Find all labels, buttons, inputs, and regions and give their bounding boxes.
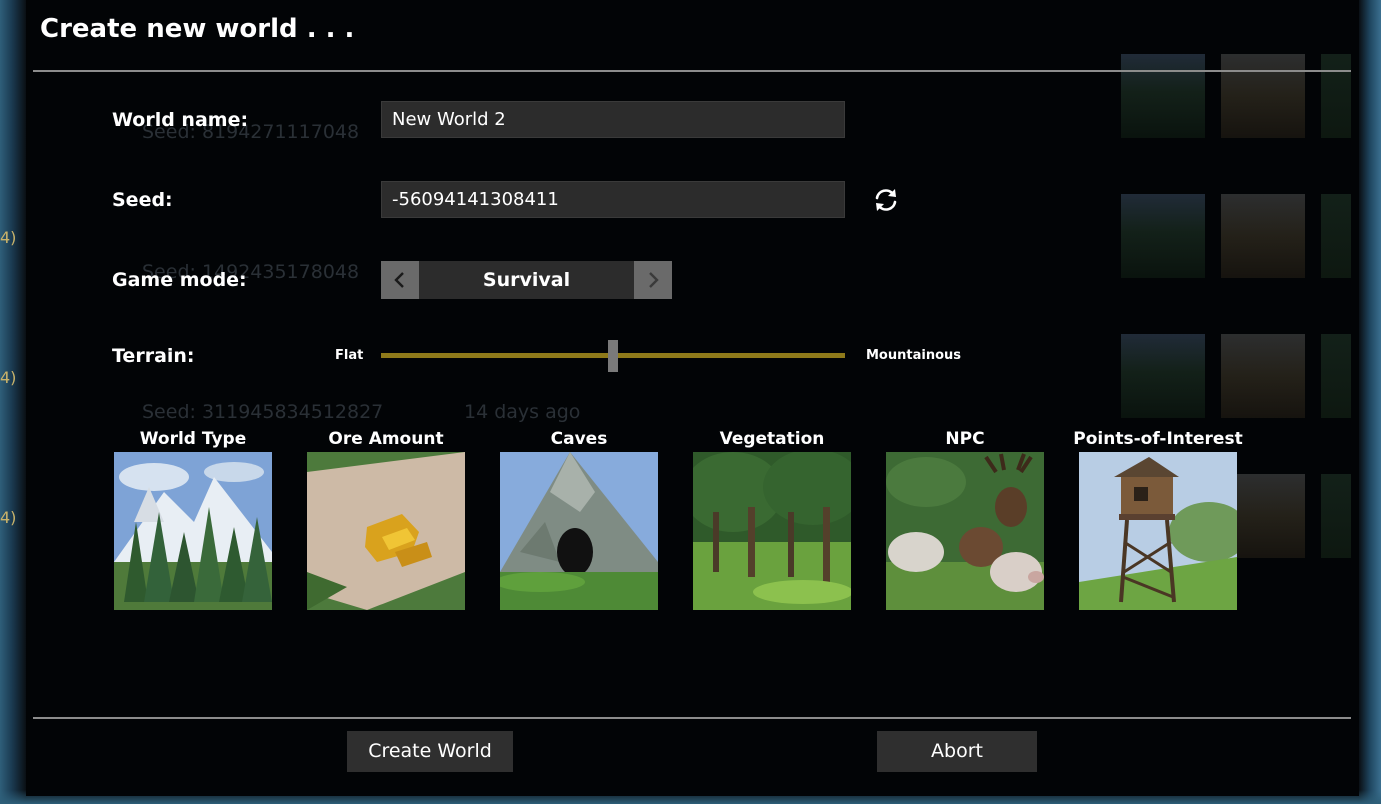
terrain-max-label: Mountainous [866, 348, 961, 363]
terrain-label: Terrain: [112, 345, 195, 367]
option-points-of-interest[interactable]: Points-of-Interest [1068, 428, 1248, 610]
option-npc[interactable]: NPC [875, 428, 1055, 610]
create-world-button[interactable]: Create World [347, 731, 513, 772]
background-thumbnail [1121, 54, 1205, 138]
cave-image [500, 452, 658, 610]
refresh-seed-button[interactable] [870, 184, 902, 216]
watchtower-image [1079, 452, 1237, 610]
background-thumbnail [1221, 194, 1305, 278]
seed-input[interactable] [381, 181, 845, 218]
background-date-text: 14 days ago [464, 401, 581, 423]
dialog-title: Create new world . . . [40, 14, 355, 44]
terrain-min-label: Flat [335, 348, 364, 363]
game-mode-selector: Survival [381, 261, 672, 299]
background-thumbnail [1321, 334, 1351, 418]
chevron-left-icon [394, 272, 404, 288]
background-mark: 4) [0, 228, 17, 247]
option-label: Vegetation [719, 429, 825, 449]
game-mode-next-button[interactable] [634, 261, 672, 299]
background-thumbnail [1121, 334, 1205, 418]
option-label: World Type [139, 429, 247, 449]
game-mode-prev-button[interactable] [381, 261, 419, 299]
background-thumbnail [1221, 54, 1305, 138]
forest-mountain-image [114, 452, 272, 610]
option-label: NPC [945, 429, 985, 449]
option-label: Caves [550, 429, 608, 449]
background-mark: 4) [0, 508, 17, 527]
background-thumbnail [1221, 334, 1305, 418]
option-ore-amount[interactable]: Ore Amount [296, 428, 476, 610]
game-mode-value: Survival [482, 269, 571, 291]
background-thumbnail [1121, 194, 1205, 278]
footer-divider [33, 717, 1351, 719]
world-name-label: World name: [112, 109, 249, 131]
option-caves[interactable]: Caves [489, 428, 669, 610]
option-label: Points-of-Interest [1073, 429, 1243, 449]
trees-image [693, 452, 851, 610]
refresh-icon [875, 189, 897, 211]
gold-ore-image [307, 452, 465, 610]
backdrop-right-edge [1359, 0, 1381, 804]
background-thumbnail [1321, 194, 1351, 278]
option-label: Ore Amount [328, 429, 444, 449]
background-mark: 4) [0, 368, 17, 387]
header-divider [33, 70, 1351, 72]
game-mode-label: Game mode: [112, 269, 247, 291]
option-vegetation[interactable]: Vegetation [682, 428, 862, 610]
backdrop-left-edge [0, 0, 26, 804]
background-thumbnail [1321, 54, 1351, 138]
world-name-input[interactable] [381, 101, 845, 138]
abort-button[interactable]: Abort [877, 731, 1037, 772]
animals-image [886, 452, 1044, 610]
seed-label: Seed: [112, 189, 173, 211]
background-seed-text: Seed: 311945834512827 [142, 401, 384, 423]
background-thumbnail [1321, 474, 1351, 558]
chevron-right-icon [649, 272, 659, 288]
terrain-slider-handle[interactable] [608, 340, 618, 372]
option-world-type[interactable]: World Type [103, 428, 283, 610]
